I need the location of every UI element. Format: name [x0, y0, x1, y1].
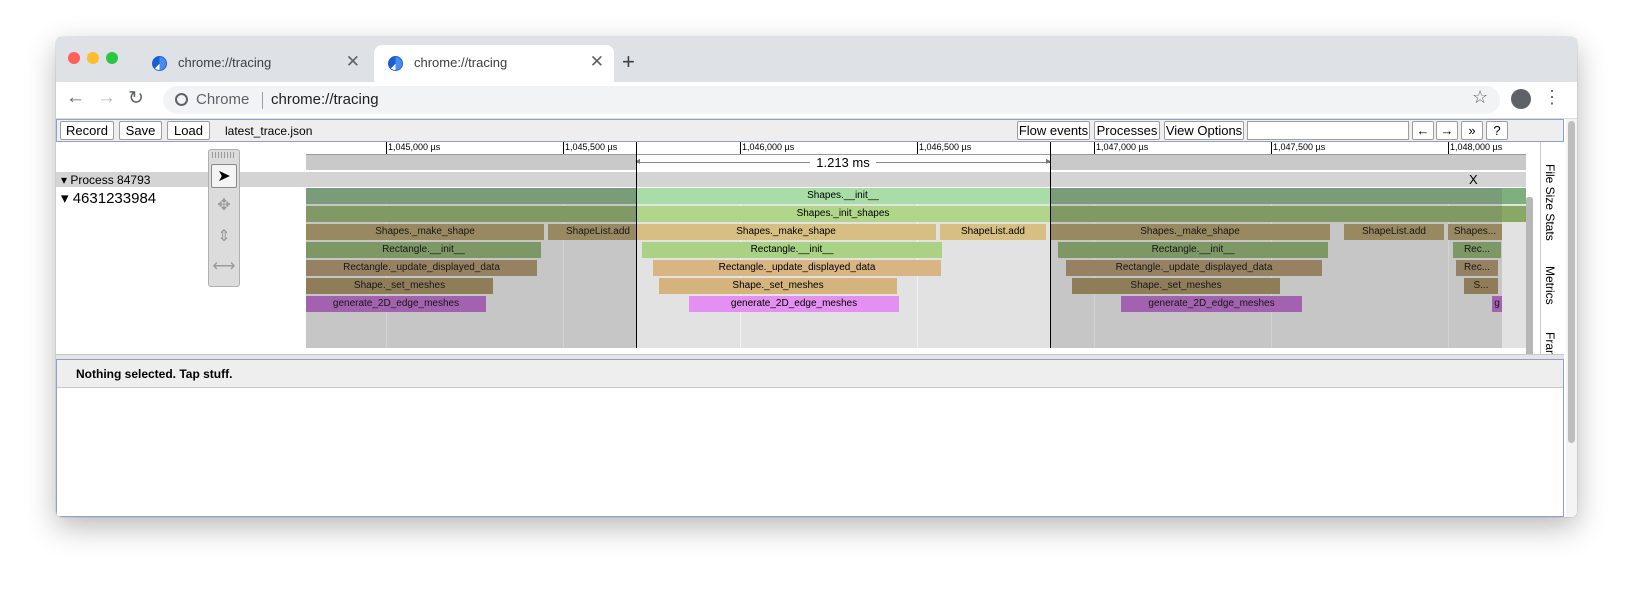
metrics-tab[interactable]: Metrics — [1543, 266, 1557, 305]
analysis-panel: Nothing selected. Tap stuff. — [56, 359, 1564, 517]
browser-tab[interactable]: chrome://tracing ✕ — [138, 45, 370, 82]
zoom-window-button[interactable] — [106, 52, 118, 64]
trace-slice[interactable]: Shapes.__init__ — [636, 188, 1050, 204]
browser-tab-active[interactable]: chrome://tracing ✕ — [374, 45, 614, 82]
search-input[interactable] — [1247, 121, 1409, 140]
file-size-stats-tab[interactable]: File Size Stats — [1543, 164, 1557, 241]
trace-slice[interactable]: Rectangle.__init__ — [642, 242, 942, 258]
close-process-button[interactable]: X — [1469, 172, 1478, 187]
unselected-shade — [1050, 188, 1502, 348]
selection-range: ◂ ▸ 1.213 ms — [635, 155, 1051, 170]
ruler-label: 1,047,000 µs — [1096, 142, 1149, 152]
trace-slice[interactable]: Rectangle._update_displayed_data — [653, 260, 941, 276]
trace-filename: latest_trace.json — [225, 124, 313, 138]
load-button[interactable]: Load — [167, 121, 210, 140]
minimize-window-button[interactable] — [87, 52, 99, 64]
selection-tool-arrow-icon[interactable]: ➤ — [211, 164, 237, 188]
close-tab-icon[interactable]: ✕ — [346, 52, 360, 72]
url-text[interactable]: chrome://tracing — [271, 91, 379, 108]
process-header[interactable]: ▾ Process 84793 — [56, 172, 1526, 187]
account-avatar-icon[interactable] — [1511, 89, 1531, 109]
ruler-label: 1,048,000 µs — [1450, 142, 1503, 152]
timing-tool-icon[interactable]: ⟷ — [211, 255, 237, 279]
bookmark-star-icon[interactable]: ☆ — [1472, 87, 1488, 108]
ruler-label: 1,046,500 µs — [919, 142, 972, 152]
help-button[interactable]: ? — [1486, 121, 1508, 140]
back-arrow-icon[interactable]: ← — [66, 87, 85, 109]
trace-slice[interactable]: ShapeList.add — [940, 224, 1046, 240]
ruler-tick — [386, 142, 387, 154]
view-options-button[interactable]: View Options — [1164, 121, 1244, 140]
selection-start-line[interactable] — [636, 142, 637, 348]
unselected-shade — [306, 188, 636, 348]
tracing-page: Record Save Load latest_trace.json Flow … — [56, 119, 1577, 517]
find-prev-button[interactable]: ← — [1412, 121, 1434, 140]
tab-strip: chrome://tracing ✕ chrome://tracing ✕ + — [56, 37, 1577, 82]
ruler-tick — [1271, 142, 1272, 154]
process-label: ▾ Process 84793 — [61, 173, 151, 187]
ruler-tick — [1448, 142, 1449, 154]
toolbar-grip-icon[interactable] — [212, 152, 235, 158]
ruler-label: 1,046,000 µs — [742, 142, 795, 152]
mouse-mode-toolbar: ➤ ✥ ⇕ ⟷ — [208, 149, 240, 287]
ruler-tick — [740, 142, 741, 154]
record-button[interactable]: Record — [60, 121, 114, 140]
find-next-button[interactable]: → — [1436, 121, 1458, 140]
close-window-button[interactable] — [68, 52, 80, 64]
site-info-icon[interactable] — [175, 93, 188, 106]
selection-duration: 1.213 ms — [636, 155, 1050, 170]
trace-slice[interactable]: Shapes._make_shape — [636, 224, 936, 240]
side-panel-tabs: File Size Stats Metrics Frame — [1540, 142, 1565, 354]
forward-arrow-icon[interactable]: → — [97, 87, 116, 109]
flow-events-button[interactable]: Flow events — [1017, 121, 1090, 140]
thread-track[interactable]: X Shapes.__init__ Shapes._init_shapes Sh… — [306, 142, 1526, 348]
timeline-view: 1,045,000 µs 1,045,500 µs 1,046,000 µs 1… — [56, 142, 1564, 375]
ruler-tick — [917, 142, 918, 154]
timeline-scrollbar[interactable] — [1526, 197, 1533, 375]
pan-tool-icon[interactable]: ✥ — [211, 194, 237, 218]
address-bar[interactable]: Chrome chrome://tracing — [163, 86, 1500, 114]
processes-button[interactable]: Processes — [1094, 121, 1160, 140]
page-scrollbar-thumb[interactable] — [1568, 121, 1575, 443]
tracing-favicon-icon — [152, 56, 167, 71]
trace-slice[interactable]: Shape._set_meshes — [659, 278, 897, 294]
page-scrollbar[interactable] — [1566, 119, 1577, 517]
reload-icon[interactable]: ↻ — [128, 87, 144, 110]
zoom-tool-icon[interactable]: ⇕ — [211, 225, 237, 249]
analysis-message: Nothing selected. Tap stuff. — [76, 367, 233, 381]
tab-title: chrome://tracing — [414, 55, 508, 70]
browser-toolbar: ← → ↻ Chrome chrome://tracing ☆ ⋮ — [56, 82, 1577, 119]
frame-tab[interactable]: Frame — [1543, 332, 1557, 354]
timeline-scrollbar-thumb[interactable] — [1526, 197, 1533, 373]
close-tab-icon[interactable]: ✕ — [590, 52, 604, 72]
tracing-favicon-icon — [388, 56, 403, 71]
trace-slice[interactable]: generate_2D_edge_meshes — [689, 296, 899, 312]
selection-end-line[interactable] — [1050, 142, 1051, 348]
ruler-label: 1,047,500 µs — [1273, 142, 1326, 152]
selection-band: ◂ ▸ 1.213 ms — [306, 155, 1526, 170]
trace-slice[interactable]: Shapes._init_shapes — [636, 206, 1050, 222]
menu-kebab-icon[interactable]: ⋮ — [1543, 87, 1561, 108]
browser-window: chrome://tracing ✕ chrome://tracing ✕ + … — [56, 37, 1577, 517]
omnibox-divider — [262, 92, 263, 109]
ruler-label: 1,045,000 µs — [388, 142, 441, 152]
tab-title: chrome://tracing — [178, 55, 272, 70]
ruler-label: 1,045,500 µs — [565, 142, 618, 152]
security-label: Chrome — [196, 91, 250, 108]
new-tab-icon[interactable]: + — [622, 49, 635, 75]
save-button[interactable]: Save — [119, 121, 162, 140]
thread-label[interactable]: ▾ 4631233984 — [61, 189, 156, 207]
analysis-header: Nothing selected. Tap stuff. — [57, 360, 1563, 388]
tracing-controls: Record Save Load latest_trace.json Flow … — [56, 119, 1564, 142]
time-ruler: 1,045,000 µs 1,045,500 µs 1,046,000 µs 1… — [306, 142, 1526, 155]
ruler-tick — [1094, 142, 1095, 154]
more-button[interactable]: » — [1461, 121, 1483, 140]
ruler-tick — [563, 142, 564, 154]
